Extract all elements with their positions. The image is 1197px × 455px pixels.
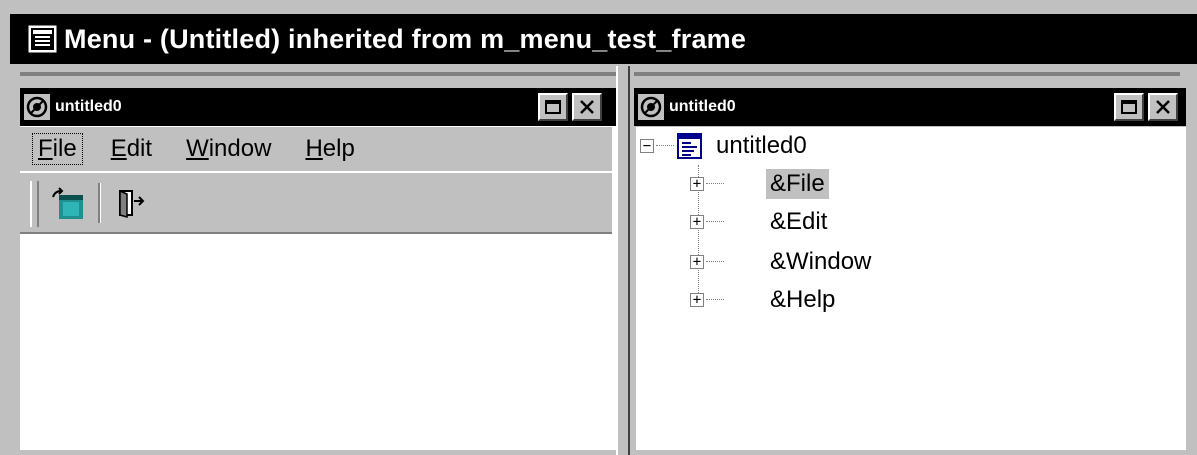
tree-node-window-label: &Window (770, 248, 872, 275)
exit-door-icon (119, 189, 145, 218)
expand-icon[interactable]: + (690, 215, 704, 229)
tree-node-root-label: untitled0 (716, 132, 807, 159)
menu-object-icon (677, 133, 702, 159)
maximize-button[interactable] (1114, 93, 1144, 121)
menu-item-file[interactable]: File (32, 133, 83, 165)
tree-node-edit-label: &Edit (770, 208, 828, 235)
menu-painter-icon (28, 25, 57, 53)
expand-icon[interactable]: + (690, 255, 704, 269)
menu-tree-view[interactable]: − untitled0 + &File + &Edit + &Window + … (636, 127, 1186, 450)
toolbar-button-exit[interactable] (106, 181, 152, 225)
pane-splitter[interactable] (616, 66, 630, 455)
tree-row-help[interactable]: + &Help (690, 283, 839, 317)
menu-item-window[interactable]: Window (180, 133, 277, 165)
menu-item-edit[interactable]: Edit (105, 133, 158, 165)
expand-icon[interactable]: + (690, 293, 704, 307)
tree-dots (706, 183, 724, 185)
collapse-icon[interactable]: − (640, 139, 654, 153)
tree-row-file[interactable]: + &File (690, 167, 829, 201)
toolbar-button-window[interactable] (44, 181, 90, 225)
toolbar-grip[interactable] (30, 181, 39, 227)
toolbar-separator (98, 183, 101, 223)
window-title-bar[interactable]: Menu - (Untitled) inherited from m_menu_… (10, 14, 1197, 64)
maximize-button[interactable] (538, 93, 568, 121)
maximize-icon (545, 100, 561, 114)
left-pane-title: untitled0 (55, 98, 122, 115)
tree-dots (656, 145, 674, 147)
left-pane-top-bevel (20, 72, 616, 76)
close-icon (580, 100, 594, 114)
toolbar (20, 172, 612, 234)
powerbuilder-icon (24, 94, 50, 120)
tree-dots (706, 221, 724, 223)
menu-item-help[interactable]: Help (299, 133, 360, 165)
window-title: Menu - (Untitled) inherited from m_menu_… (64, 23, 747, 54)
powerbuilder-icon (638, 94, 664, 120)
menu-bar: File Edit Window Help (20, 127, 612, 171)
maximize-icon (1121, 100, 1137, 114)
tree-row-edit[interactable]: + &Edit (690, 205, 831, 239)
right-pane-top-bevel (634, 72, 1180, 76)
close-button[interactable] (572, 93, 602, 121)
tree-row-window[interactable]: + &Window (690, 245, 875, 279)
right-pane-title-bar[interactable]: untitled0 (634, 88, 1186, 126)
close-icon (1156, 100, 1170, 114)
close-button[interactable] (1148, 93, 1178, 121)
application-frame: Menu - (Untitled) inherited from m_menu_… (0, 0, 1197, 455)
tree-row-root[interactable]: − untitled0 (640, 129, 811, 163)
right-pane-title: untitled0 (669, 98, 736, 115)
left-pane-title-bar[interactable]: untitled0 (20, 88, 616, 126)
tree-dots (706, 261, 724, 263)
tree-dots (706, 299, 724, 301)
window-box-icon (52, 187, 83, 219)
tree-node-help-label: &Help (770, 286, 836, 313)
tree-node-file-label: &File (766, 169, 829, 199)
expand-icon[interactable]: + (690, 177, 704, 191)
